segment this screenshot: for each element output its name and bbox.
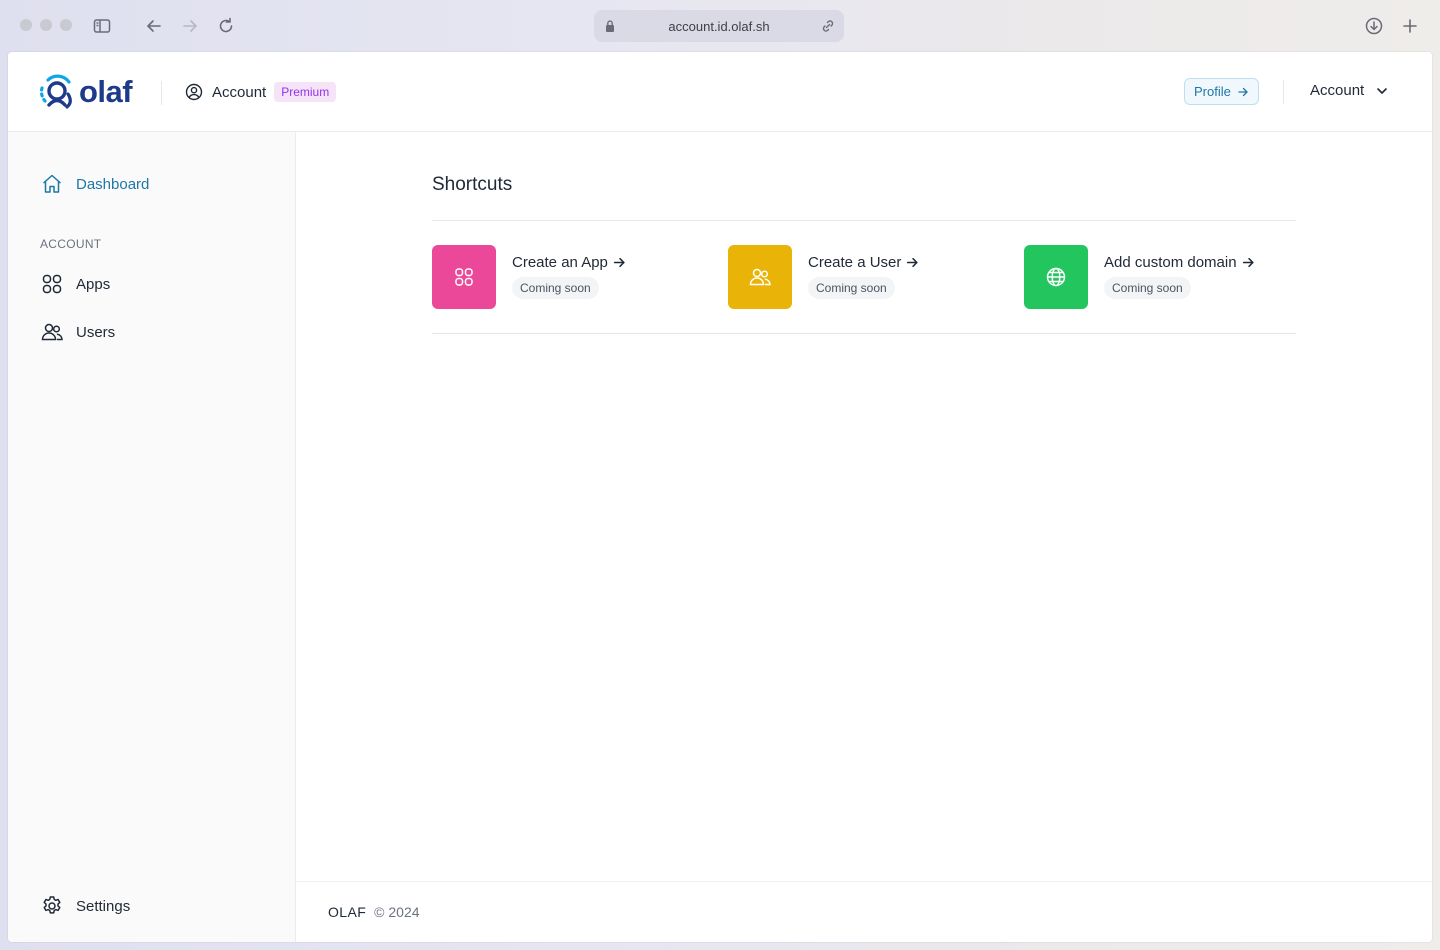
footer-brand: OLAF (328, 904, 367, 920)
premium-badge: Premium (274, 82, 337, 102)
divider (432, 220, 1296, 221)
grid-icon (455, 268, 473, 286)
back-arrow-icon[interactable] (142, 14, 166, 38)
sidebar-item-label: Users (76, 323, 116, 341)
gear-icon (43, 896, 61, 914)
grid-icon (42, 274, 62, 294)
logo-text: olaf (79, 74, 133, 109)
sidebar: Dashboard ACCOUNT Apps Users Settings (8, 132, 296, 942)
shortcut-title: Add custom domain (1104, 254, 1255, 271)
arrow-right-icon (613, 257, 625, 268)
close-window-button[interactable] (20, 19, 32, 31)
shortcut-title: Create a User (808, 254, 919, 271)
shortcut-title-text: Add custom domain (1104, 254, 1237, 271)
sidebar-item-settings[interactable]: Settings (40, 894, 130, 918)
arrow-right-icon (1242, 257, 1254, 268)
shortcut-title-text: Create an App (512, 254, 608, 271)
globe-icon (1046, 267, 1066, 287)
shortcut-create-user[interactable]: Create a User Coming soon (728, 245, 919, 309)
main-content: Shortcuts Create an App Coming soon Crea… (296, 132, 1432, 942)
forward-arrow-icon[interactable] (178, 14, 202, 38)
profile-button[interactable]: Profile (1184, 78, 1259, 105)
sidebar-item-dashboard[interactable]: Dashboard (40, 172, 149, 196)
url-text: account.id.olaf.sh (668, 18, 770, 34)
link-icon[interactable] (820, 18, 836, 34)
sidebar-section-label: ACCOUNT (40, 237, 102, 251)
sidebar-item-users[interactable]: Users (40, 320, 115, 344)
divider (432, 333, 1296, 334)
shortcut-tile (432, 245, 496, 309)
shortcut-add-domain[interactable]: Add custom domain Coming soon (1024, 245, 1255, 309)
shortcut-create-app[interactable]: Create an App Coming soon (432, 245, 626, 309)
users-icon (41, 323, 63, 341)
top-bar: olaf Account Premium Profile Account (8, 52, 1432, 132)
chevron-down-icon (1377, 87, 1388, 94)
reload-icon[interactable] (214, 14, 238, 38)
account-menu-label: Account (1310, 82, 1365, 99)
download-icon[interactable] (1362, 14, 1386, 38)
shortcut-tile (1024, 245, 1088, 309)
account-menu[interactable]: Account (1310, 82, 1390, 99)
header-section: Account Premium (184, 81, 337, 103)
arrow-right-icon (1238, 87, 1248, 96)
arrow-right-icon (907, 257, 918, 268)
new-tab-icon[interactable] (1398, 14, 1422, 38)
shortcut-tile (728, 245, 792, 309)
home-icon (43, 174, 61, 193)
sidebar-item-apps[interactable]: Apps (40, 272, 110, 296)
footer-copyright: © 2024 (374, 904, 420, 920)
lock-icon (606, 20, 614, 32)
profile-button-label: Profile (1194, 84, 1231, 99)
sidebar-toggle-icon[interactable] (90, 14, 114, 38)
zoom-window-button[interactable] (60, 19, 72, 31)
sidebar-item-label: Apps (76, 275, 111, 293)
section-title: Account (212, 83, 267, 101)
shortcut-title: Create an App (512, 254, 626, 271)
browser-chrome: account.id.olaf.sh (0, 0, 1440, 52)
coming-soon-badge: Coming soon (808, 277, 895, 299)
sidebar-item-label: Dashboard (76, 175, 150, 193)
coming-soon-badge: Coming soon (1104, 277, 1191, 299)
users-icon (749, 268, 771, 286)
window-controls[interactable] (20, 19, 72, 31)
header-divider-right (1283, 80, 1284, 104)
shortcut-title-text: Create a User (808, 254, 902, 271)
coming-soon-badge: Coming soon (512, 277, 599, 299)
app-window: olaf Account Premium Profile Account Das… (8, 52, 1432, 942)
page-title: Shortcuts (432, 174, 513, 195)
header-divider (161, 81, 162, 105)
sidebar-item-label: Settings (76, 897, 131, 915)
minimize-window-button[interactable] (40, 19, 52, 31)
olaf-logo[interactable]: olaf (38, 74, 133, 110)
address-bar[interactable]: account.id.olaf.sh (594, 10, 844, 42)
olaf-logo-icon (39, 74, 72, 109)
footer: OLAF © 2024 (296, 881, 1432, 942)
user-circle-icon (185, 83, 203, 101)
